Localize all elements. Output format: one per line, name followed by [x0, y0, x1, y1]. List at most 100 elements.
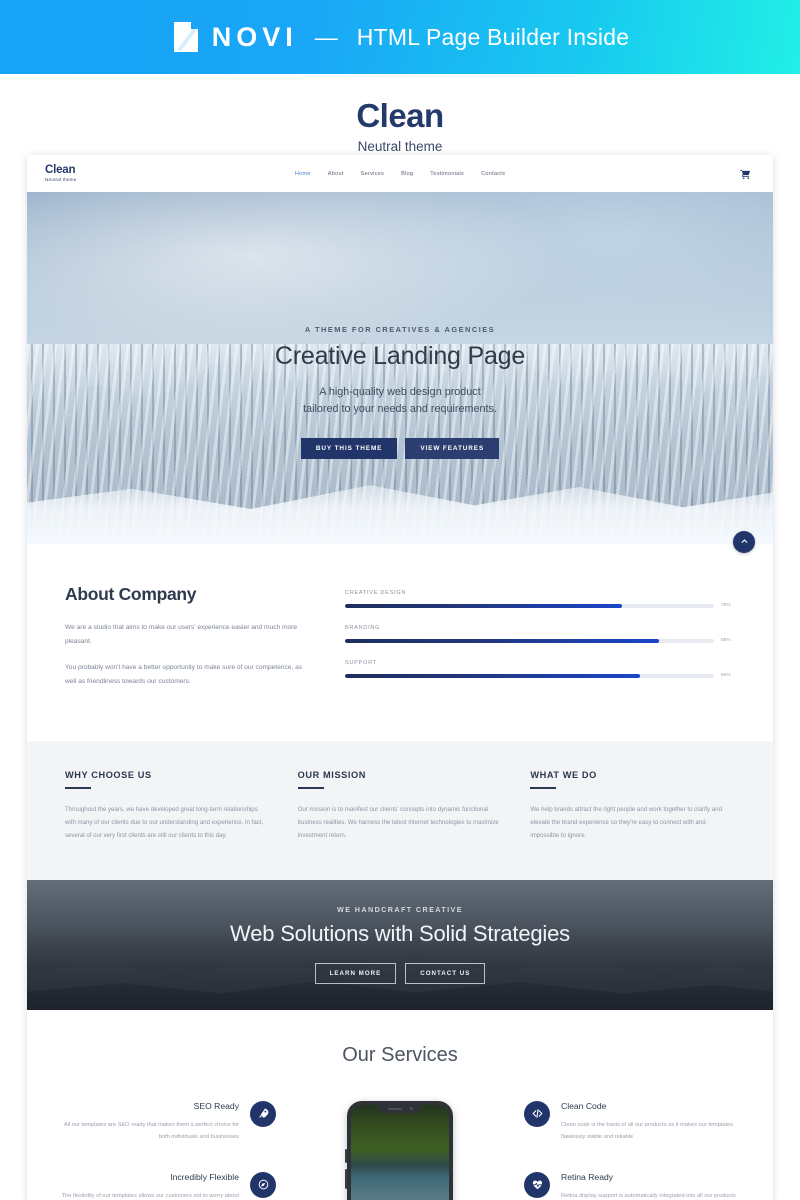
skill-creative-design: CREATIVE DESIGN 75% [345, 590, 735, 608]
novi-promo-banner: NOVI — HTML Page Builder Inside [0, 0, 800, 74]
feature-title: OUR MISSION [297, 770, 367, 780]
nav-item-services[interactable]: Services [361, 171, 384, 177]
smartphone-mockup [345, 1100, 453, 1200]
shopping-cart-icon[interactable] [740, 167, 751, 185]
skill-value: 80% [721, 673, 731, 678]
site-navbar: Clean Neutral theme Home About Services … [27, 155, 773, 192]
feature-underline [530, 787, 557, 789]
phone-notch [379, 1104, 421, 1113]
chevron-up-icon [740, 533, 749, 551]
cta-content: WE HANDCRAFT CREATIVE Web Solutions with… [230, 905, 570, 985]
service-name: Clean Code [561, 1100, 607, 1111]
services-title: Our Services [342, 1043, 458, 1066]
feature-what-we-do: WHAT WE DO We help brands attract the ri… [530, 770, 735, 842]
hero-title: Creative Landing Page [274, 342, 526, 370]
novi-tagline: HTML Page Builder Inside [356, 23, 630, 50]
feature-our-mission: OUR MISSION Our mission is to manifest o… [297, 770, 503, 842]
hero-subtitle-line2: tailored to your needs and requirements. [303, 403, 497, 416]
service-item-seo-ready: SEO Ready All our templates are SEO read… [61, 1100, 276, 1144]
skill-value: 85% [721, 638, 731, 643]
hero-subtitle-line1: A high-quality web design product [319, 386, 481, 398]
theme-header: Clean Neutral theme [0, 74, 800, 154]
features-section: WHY CHOOSE US Throughout the years, we h… [27, 741, 773, 880]
progress-track [345, 603, 714, 608]
cta-kicker: WE HANDCRAFT CREATIVE [337, 905, 463, 915]
feature-title: WHAT WE DO [530, 770, 597, 780]
service-description: Clean code is the basis of all our produ… [561, 1121, 733, 1140]
theme-subtitle: Neutral theme [357, 138, 443, 154]
about-text-column: About Company We are a studio that aims … [65, 584, 315, 695]
cta-buttons: LEARN MORE CONTACT US [230, 963, 570, 985]
site-logo-sub: Neutral theme [45, 176, 77, 182]
feature-why-choose-us: WHY CHOOSE US Throughout the years, we h… [65, 770, 270, 842]
feature-body: Our mission is to manifest our clients' … [297, 805, 499, 839]
service-name: SEO Ready [193, 1100, 239, 1111]
services-grid: SEO Ready All our templates are SEO read… [27, 1100, 773, 1200]
skill-branding: BRANDING 85% [345, 625, 735, 643]
site-logo[interactable]: Clean Neutral theme [45, 163, 77, 183]
service-description: All our templates are SEO ready that mak… [63, 1121, 239, 1140]
cta-title: Web Solutions with Solid Strategies [230, 921, 570, 947]
services-left-column: SEO Ready All our templates are SEO read… [61, 1100, 276, 1200]
about-paragraph-2: You probably won't have a better opportu… [65, 664, 303, 685]
service-name: Retina Ready [561, 1171, 614, 1182]
services-section: Our Services SEO Ready All our templates… [27, 1009, 773, 1200]
nav-item-about[interactable]: About [328, 171, 344, 177]
view-features-button[interactable]: VIEW FEATURES [405, 437, 500, 459]
service-item-incredibly-flexible: Incredibly Flexible The flexibility of o… [61, 1171, 276, 1200]
cta-banner-section: WE HANDCRAFT CREATIVE Web Solutions with… [27, 879, 773, 1010]
nav-item-home[interactable]: Home [295, 171, 311, 177]
code-icon [524, 1100, 550, 1127]
contact-us-button[interactable]: CONTACT US [405, 963, 486, 985]
nav-item-blog[interactable]: Blog [401, 171, 413, 177]
progress-track [345, 638, 714, 643]
novi-logo-icon [171, 20, 201, 54]
about-title: About Company [65, 584, 197, 604]
novi-banner-content: NOVI — HTML Page Builder Inside [171, 20, 629, 54]
site-logo-name: Clean [45, 163, 76, 176]
hero-content: A THEME FOR CREATIVES & AGENCIES Creativ… [27, 192, 773, 544]
progress-fill [345, 638, 659, 643]
learn-more-button[interactable]: LEARN MORE [314, 963, 397, 985]
buy-this-theme-button[interactable]: BUY THIS THEME [300, 437, 398, 459]
scroll-to-top-button[interactable] [733, 531, 755, 553]
template-preview-card: Clean Neutral theme Home About Services … [27, 155, 773, 1200]
phone-volume-up-button [345, 1148, 347, 1163]
progress-track [345, 673, 714, 678]
skill-support: SUPPORT 80% [345, 660, 735, 678]
nav-item-testimonials[interactable]: Testimonials [430, 171, 464, 177]
nav-item-contacts[interactable]: Contacts [481, 171, 505, 177]
phone-volume-down-button [345, 1168, 347, 1189]
feature-body: We help brands attract the right people … [530, 805, 722, 839]
hero-kicker: A THEME FOR CREATIVES & AGENCIES [304, 325, 496, 334]
about-section: About Company We are a studio that aims … [27, 531, 773, 741]
novi-dash: — [314, 23, 338, 50]
theme-name: Clean [356, 97, 444, 134]
services-right-column: Clean Code Clean code is the basis of al… [524, 1100, 739, 1200]
phone-screen-image [351, 1104, 449, 1200]
heartbeat-icon [524, 1171, 550, 1198]
rocket-icon [250, 1100, 276, 1127]
hero-section: A THEME FOR CREATIVES & AGENCIES Creativ… [27, 192, 773, 544]
feature-title: WHY CHOOSE US [65, 770, 152, 780]
hero-subtitle: A high-quality web design product tailor… [303, 384, 497, 419]
service-name: Incredibly Flexible [170, 1171, 239, 1182]
feature-body: Throughout the years, we have developed … [65, 805, 264, 839]
feature-underline [297, 787, 324, 789]
phone-mockup-column [276, 1100, 524, 1200]
skill-label: CREATIVE DESIGN [345, 590, 407, 596]
service-item-clean-code: Clean Code Clean code is the basis of al… [524, 1100, 739, 1144]
service-item-retina-ready: Retina Ready Retina display support is a… [524, 1171, 739, 1200]
skill-value: 75% [721, 603, 731, 608]
novi-brand-text: NOVI [211, 21, 298, 52]
about-paragraph-1: We are a studio that aims to make our us… [65, 624, 298, 645]
site-nav-links: Home About Services Blog Testimonials Co… [295, 171, 505, 177]
progress-fill [345, 673, 641, 678]
skill-label: SUPPORT [345, 660, 377, 666]
service-description: The flexibility of our templates allows … [61, 1192, 239, 1199]
compass-icon [250, 1171, 276, 1198]
service-description: Retina display support is automatically … [561, 1192, 736, 1199]
feature-underline [65, 787, 91, 789]
skill-label: BRANDING [345, 625, 381, 631]
hero-buttons: BUY THIS THEME VIEW FEATURES [300, 437, 500, 459]
